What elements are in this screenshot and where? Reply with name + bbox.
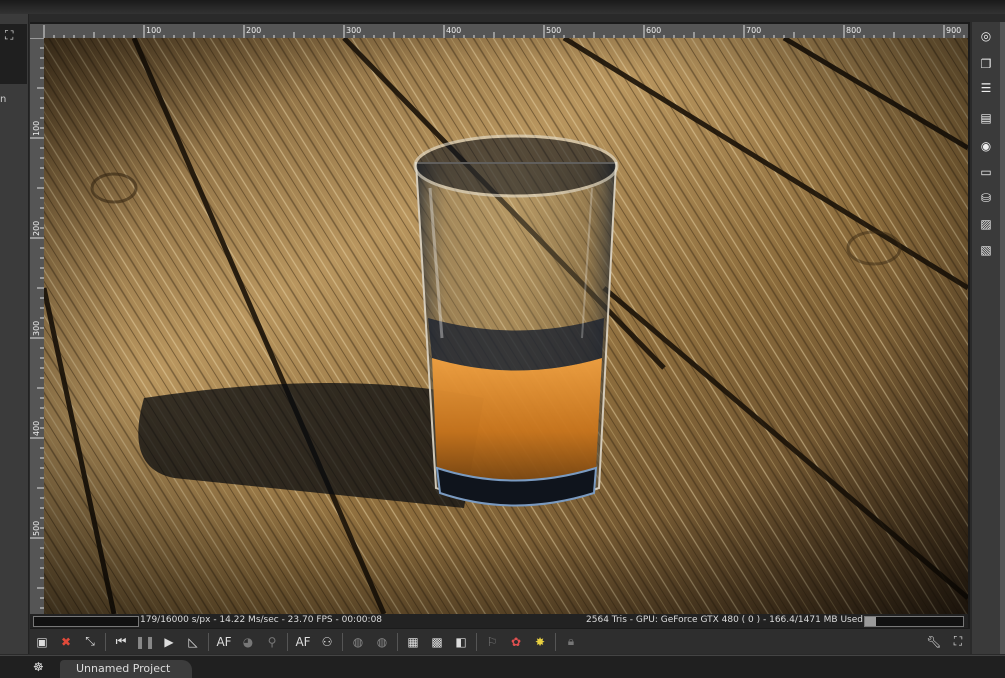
background-checker-icon[interactable]: ▩ (426, 631, 448, 653)
pick-focus-icon[interactable]: ⚲ (261, 631, 283, 653)
region-render-icon[interactable]: ◍ (347, 631, 369, 653)
gpu-stats-text: 2564 Tris - GPU: GeForce GTX 480 ( 0 ) -… (586, 615, 863, 625)
ruler-label: 500 (546, 26, 561, 35)
ruler-label: 700 (746, 26, 761, 35)
toolbar-separator (397, 632, 398, 651)
vertical-ruler-ticks: 100 200 300 400 500 (30, 38, 44, 609)
stereo-glasses-icon[interactable]: ⚇ (316, 631, 338, 653)
film-icon[interactable]: ▭ (976, 162, 996, 182)
ruler-label: 100 (32, 121, 41, 136)
render-progress-bar (33, 616, 139, 627)
ruler-label: 400 (446, 26, 461, 35)
toolbar-separator (105, 632, 106, 651)
image-settings-icon[interactable]: ▤ (976, 108, 996, 128)
left-panel-header: ⛶ (0, 24, 27, 84)
right-tool-sidebar: ◎ ❐ ☰ ▤ ◉ ▭ ⛁ ▨ ▧ (972, 22, 1000, 654)
toolbar-separator (476, 632, 477, 651)
fullscreen-icon[interactable]: ⛶ (947, 631, 969, 653)
layers-icon[interactable]: ❐ (976, 54, 996, 74)
ruler-label: 500 (32, 521, 41, 536)
resolution-icon[interactable]: ⤡ (79, 631, 101, 653)
clear-render-icon[interactable]: ✖ (55, 631, 77, 653)
render-picture (44, 38, 968, 614)
camera-icon[interactable]: ◉ (976, 136, 996, 156)
wrench-icon[interactable]: 🔧︎ (923, 631, 945, 653)
ruler-label: 800 (846, 26, 861, 35)
rendered-image[interactable] (44, 38, 968, 614)
restart-render-icon[interactable]: ⏮ (110, 631, 132, 653)
ruler-label: 400 (32, 421, 41, 436)
horizontal-ruler-ticks: 100 200 300 400 500 600 700 800 900 (43, 25, 965, 38)
list-icon[interactable]: ☰ (976, 78, 996, 98)
ruler-label: 300 (32, 321, 41, 336)
save-image-icon[interactable]: ▣ (31, 631, 53, 653)
environment-icon[interactable]: ⛁ (976, 188, 996, 208)
left-panel-truncated-text: n (0, 94, 7, 105)
ruler-label: 200 (246, 26, 261, 35)
gpu-memory-bar (864, 616, 964, 627)
render-stats-text: 179/16000 s/px - 14.22 Ms/sec - 23.70 FP… (140, 615, 383, 625)
compare-icon[interactable]: ◧ (450, 631, 472, 653)
project-tab-bar: ☸ Unnamed Project (0, 655, 1005, 678)
picture-icon[interactable]: ▨ (976, 214, 996, 234)
window-edge (1000, 22, 1005, 654)
autofocus-button[interactable]: AF (292, 631, 314, 653)
pause-icon[interactable]: ❚❚ (134, 631, 156, 653)
toolbar-separator (555, 632, 556, 651)
gpu-memory-fill (865, 617, 877, 626)
lock-region-icon[interactable]: ◍ (371, 631, 393, 653)
render-settings-icon[interactable]: ◎ (976, 26, 996, 46)
ruler-label: 200 (32, 221, 41, 236)
app-logo-icon[interactable]: ☸ (33, 660, 53, 676)
light-picker-icon[interactable]: ✸ (529, 631, 551, 653)
vertical-ruler: 100 200 300 400 500 (30, 38, 44, 614)
ruler-label: 600 (646, 26, 661, 35)
tab-unnamed-project[interactable]: Unnamed Project (60, 660, 193, 678)
window-top-bar (0, 0, 1005, 14)
toolbar-separator (208, 632, 209, 651)
expand-icon[interactable]: ⛶ (5, 28, 13, 43)
lock-icon[interactable]: 🔒︎ (560, 631, 582, 653)
post-processing-icon[interactable]: ▧ (976, 240, 996, 260)
ruler-label: 100 (146, 26, 161, 35)
ruler-label: 300 (346, 26, 361, 35)
rendering-priority-icon[interactable]: ⚐ (481, 631, 503, 653)
render-status-bar: 179/16000 s/px - 14.22 Ms/sec - 23.70 FP… (30, 614, 968, 628)
material-picker-icon[interactable]: ◕ (237, 631, 259, 653)
horizontal-ruler: 100 200 300 400 500 600 700 800 900 (30, 24, 968, 38)
play-icon[interactable]: ▶ (158, 631, 180, 653)
viewport-toolbar: ▣ ✖ ⤡ ⏮ ❚❚ ▶ ◺ AF ◕ ⚲ AF ⚇ ◍ ◍ ▦ ▩ ◧ ⚐ ✿… (30, 629, 970, 654)
ruler-icon[interactable]: ◺ (182, 631, 204, 653)
toolbar-separator (342, 632, 343, 651)
color-picker-icon[interactable]: ✿ (505, 631, 527, 653)
left-panel: ⛶ n (0, 14, 29, 654)
autofocus-picker-button[interactable]: AF (213, 631, 235, 653)
ruler-label: 900 (946, 26, 961, 35)
toolbar-separator (287, 632, 288, 651)
alpha-checker-icon[interactable]: ▦ (402, 631, 424, 653)
